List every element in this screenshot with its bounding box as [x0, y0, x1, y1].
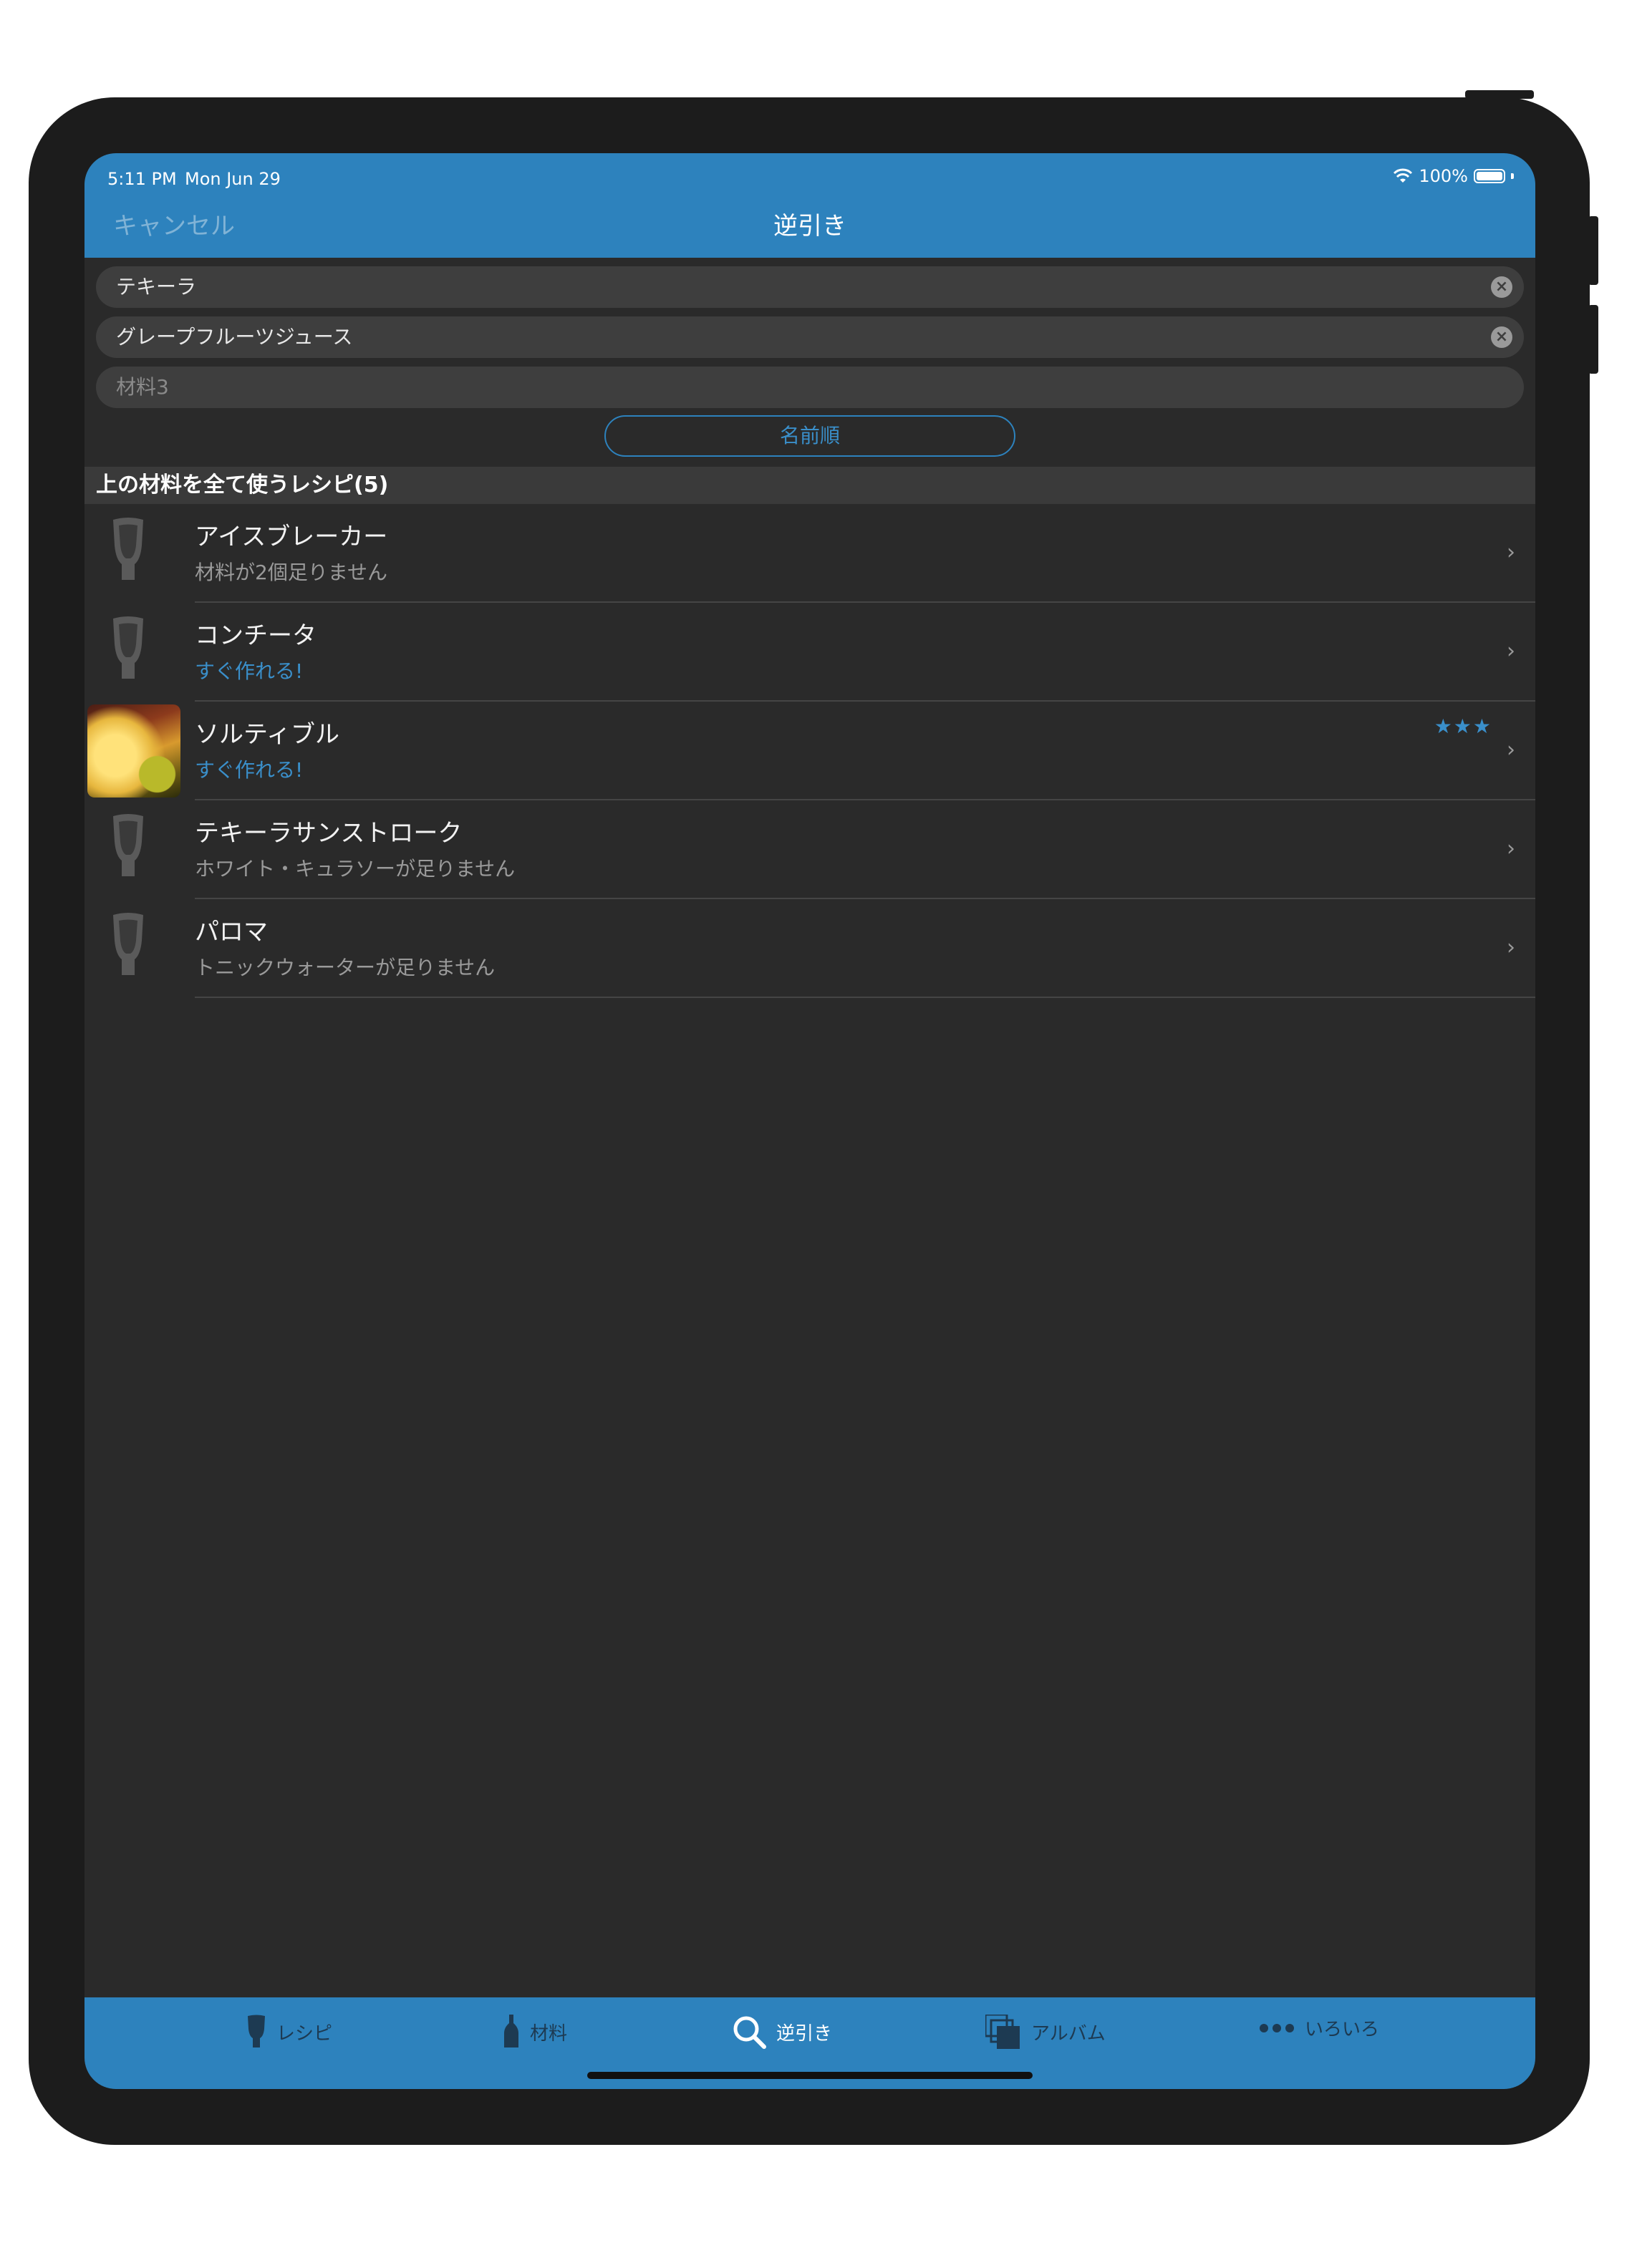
tab-bar: レシピ 材料 逆引き アルバム いろいろ	[84, 1997, 1535, 2089]
recipe-status: すぐ作れる!	[195, 659, 304, 683]
glass-icon	[113, 518, 143, 580]
recipe-list: アイスブレーカー 材料が2個足りません › コンチータ すぐ作れる! › ソルテ…	[84, 504, 1535, 998]
tab-label: 材料	[530, 2022, 568, 2045]
status-bar: 5:11 PM Mon Jun 29 100%	[84, 160, 1535, 196]
tab-label: いろいろ	[1305, 2019, 1380, 2040]
ingredient-2-field[interactable]: グレープフルーツジュース ×	[96, 316, 1524, 358]
tab-ingredients[interactable]: 材料	[503, 2015, 567, 2049]
search-icon	[733, 2016, 766, 2049]
chevron-right-icon: ›	[1507, 639, 1515, 664]
battery-icon	[1474, 169, 1505, 183]
more-icon	[1260, 2023, 1294, 2032]
status-date: Mon Jun 29	[185, 169, 281, 189]
rating-stars: ★★★	[1434, 714, 1492, 738]
tab-recipes[interactable]: レシピ	[246, 2015, 332, 2049]
navigation-bar: 5:11 PM Mon Jun 29 100% キャンセル 逆引き	[84, 153, 1535, 258]
glass-icon	[248, 2015, 265, 2048]
recipe-status: すぐ作れる!	[195, 758, 304, 782]
sort-button[interactable]: 名前順	[604, 415, 1015, 457]
recipe-name: コンチータ	[195, 621, 317, 650]
clear-icon[interactable]: ×	[1491, 326, 1512, 348]
ingredient-1-value: テキーラ	[116, 275, 197, 299]
ingredient-3-placeholder: 材料3	[116, 375, 169, 399]
recipe-row-icebreaker[interactable]: アイスブレーカー 材料が2個足りません ›	[84, 504, 1535, 603]
status-time: 5:11 PM	[107, 169, 177, 189]
tab-label: アルバム	[1031, 2022, 1106, 2045]
clear-icon[interactable]: ×	[1491, 276, 1512, 298]
screen: 5:11 PM Mon Jun 29 100% キャンセル 逆引き テキーラ ×…	[84, 153, 1535, 2089]
recipe-row-conchita[interactable]: コンチータ すぐ作れる! ›	[84, 603, 1535, 702]
chevron-right-icon: ›	[1507, 836, 1515, 861]
tab-reverse-search[interactable]: 逆引き	[732, 2015, 832, 2049]
recipe-name: アイスブレーカー	[195, 523, 388, 551]
recipe-status: ホワイト・キュラソーが足りません	[195, 857, 516, 881]
tab-label: レシピ	[276, 2022, 333, 2045]
recipe-row-tequila-sunstroke[interactable]: テキーラサンストローク ホワイト・キュラソーが足りません ›	[84, 800, 1535, 899]
chevron-right-icon: ›	[1507, 935, 1515, 960]
recipe-name: ソルティブル	[195, 720, 339, 749]
row-separator	[195, 997, 1535, 998]
section-header: 上の材料を全て使うレシピ(5)	[84, 467, 1535, 504]
ingredient-1-field[interactable]: テキーラ ×	[96, 266, 1524, 308]
glass-icon	[113, 616, 143, 679]
recipe-photo	[87, 704, 180, 798]
album-icon	[985, 2015, 1020, 2049]
page-title: 逆引き	[773, 212, 846, 241]
device-volume-down	[1588, 305, 1598, 374]
battery-tip	[1511, 173, 1514, 179]
tab-more[interactable]: いろいろ	[1259, 2015, 1379, 2041]
tab-album[interactable]: アルバム	[985, 2015, 1106, 2049]
recipe-row-paloma[interactable]: パロマ トニックウォーターが足りません ›	[84, 899, 1535, 998]
glass-icon	[113, 913, 143, 975]
ingredient-3-field[interactable]: 材料3	[96, 367, 1524, 408]
ingredient-2-value: グレープフルーツジュース	[116, 325, 353, 349]
recipe-row-salty-bull[interactable]: ソルティブル すぐ作れる! ★★★ ›	[84, 702, 1535, 800]
tab-label: 逆引き	[776, 2022, 833, 2045]
recipe-status: トニックウォーターが足りません	[195, 956, 496, 979]
glass-icon	[113, 814, 143, 876]
recipe-name: パロマ	[195, 918, 268, 946]
recipe-status: 材料が2個足りません	[195, 561, 387, 584]
chevron-right-icon: ›	[1507, 540, 1515, 565]
home-indicator[interactable]	[587, 2072, 1033, 2079]
recipe-name: テキーラサンストローク	[195, 819, 463, 848]
bottle-icon	[504, 2015, 518, 2048]
wifi-icon	[1394, 168, 1413, 183]
status-right: 100%	[1393, 166, 1514, 186]
battery-percent: 100%	[1419, 166, 1468, 186]
device-volume-up	[1588, 216, 1598, 285]
chevron-right-icon: ›	[1507, 737, 1515, 762]
